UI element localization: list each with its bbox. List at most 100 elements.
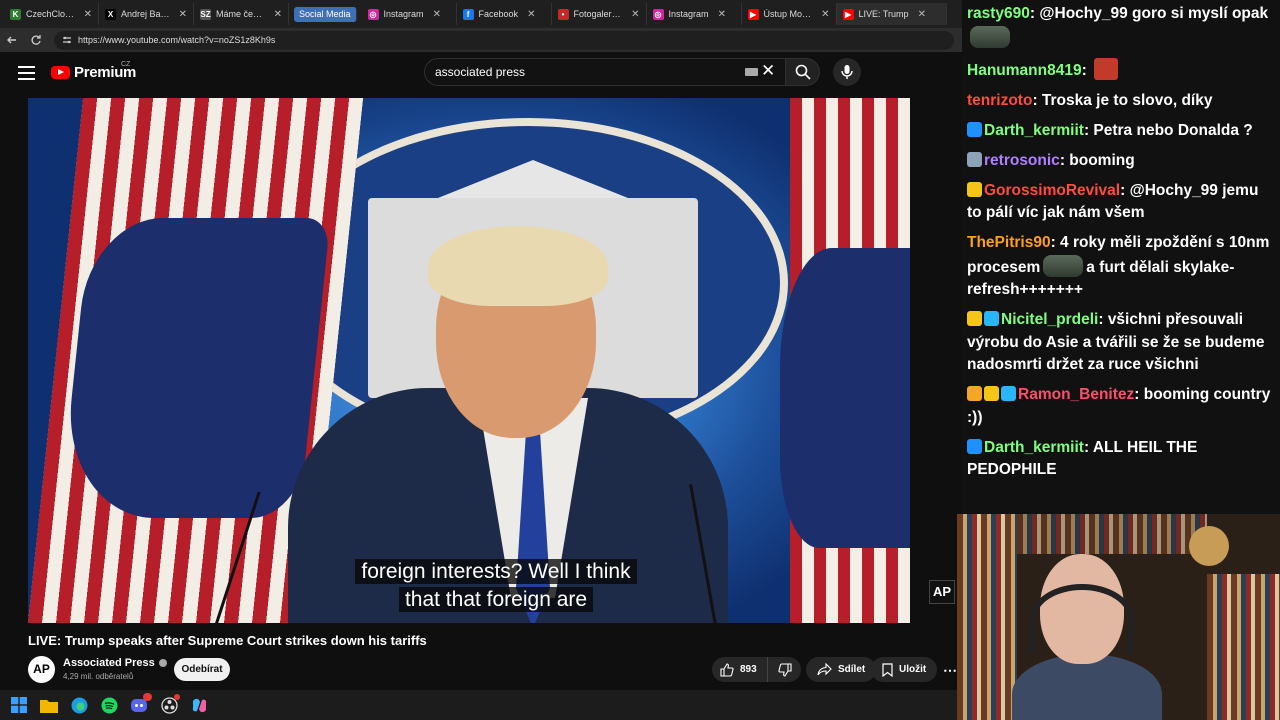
subtitle-line-1: foreign interests? Well I think [355, 559, 637, 584]
tab-title: Máme černé na [216, 9, 265, 19]
chat-username[interactable]: rasty690 [967, 5, 1030, 22]
browser-tab[interactable]: X Andrej Babiš na ✕ [99, 3, 194, 25]
tab-favicon-icon: X [105, 8, 116, 20]
chat-message: ThePitris90: 4 roky měli zpoždění s 10nm… [967, 232, 1276, 302]
voice-search-button[interactable] [833, 58, 861, 86]
chat-username[interactable]: Darth_kermiit [984, 439, 1084, 456]
reload-icon [31, 35, 41, 45]
video-speaker-hair [428, 226, 608, 306]
youtube-header: Premium CZ associated press ✕ [0, 52, 962, 94]
browser-tab[interactable]: ▶ LIVE: Trump ✕ [836, 3, 947, 25]
subscriber-count: 4,29 mil. odběratelů [63, 672, 134, 681]
chat-separator: : [1120, 181, 1130, 199]
share-label: Sdílet [838, 664, 866, 675]
windows-taskbar [0, 690, 962, 720]
tab-close-icon[interactable]: ✕ [179, 9, 187, 20]
like-button[interactable]: 893 [712, 657, 768, 682]
back-arrow-icon [7, 36, 16, 44]
video-flag-right [780, 98, 910, 623]
tab-title: Ústup Motoristů [763, 9, 813, 19]
like-dislike-group: 893 [712, 657, 801, 682]
tab-close-icon[interactable]: ✕ [718, 9, 726, 20]
tab-title: Instagram [383, 9, 424, 19]
channel-name-row[interactable]: Associated Press [63, 657, 167, 669]
chat-text: @Hochy_99 goro si myslí opak [1039, 5, 1269, 22]
bookshelf-left [957, 514, 1017, 720]
search-input[interactable]: associated press [424, 58, 786, 86]
video-subtitles: foreign interests? Well I think that tha… [340, 558, 652, 614]
browser-tab[interactable]: • Fotogalerie: Pre: ✕ [552, 3, 647, 25]
subscribe-button[interactable]: Odebírat [174, 658, 230, 681]
chat-username[interactable]: Ramon_Benitez [1018, 386, 1134, 403]
search-button[interactable] [786, 58, 820, 86]
tab-close-icon[interactable]: ✕ [84, 9, 92, 20]
tab-favicon-icon: ◎ [367, 8, 379, 20]
browser-tab[interactable]: ◎ Instagram ✕ [362, 3, 457, 25]
streamer-figure [1012, 554, 1162, 720]
file-explorer-icon[interactable] [40, 696, 58, 714]
tab-close-icon[interactable]: ✕ [821, 9, 829, 20]
site-info-icon [63, 36, 71, 44]
globe-decoration [1189, 526, 1229, 566]
tab-close-icon[interactable]: ✕ [631, 9, 639, 20]
chat-username[interactable]: tenrizoto [967, 92, 1032, 109]
tab-close-icon[interactable]: ✕ [433, 9, 441, 20]
tab-close-icon[interactable]: ✕ [274, 9, 282, 20]
chat-badge-icon [967, 438, 982, 454]
chat-message: Nicitel_prdeli: všichni přesouvali výrob… [967, 309, 1276, 377]
ap-watermark-logo: AP [929, 580, 955, 604]
share-button[interactable]: Sdílet [806, 657, 877, 682]
streamer-webcam [957, 514, 1280, 720]
chat-username[interactable]: Nicitel_prdeli [1001, 311, 1098, 328]
share-icon [817, 663, 832, 676]
chat-username[interactable]: ThePitris90 [967, 234, 1051, 251]
browser-tab[interactable]: SZ Máme černé na ✕ [194, 3, 289, 25]
chat-badge-icon [967, 181, 982, 197]
bookmark-icon [882, 662, 893, 677]
obs-icon[interactable] [160, 694, 180, 714]
chat-message: rasty690: @Hochy_99 goro si myslí opak [967, 3, 1276, 50]
menu-icon[interactable] [18, 66, 35, 80]
browser-tab[interactable]: f Facebook ✕ [457, 3, 552, 25]
chat-separator: : [1032, 91, 1042, 109]
edge-browser-icon[interactable] [70, 696, 88, 714]
chat-username[interactable]: Hanumann8419 [967, 62, 1082, 79]
headphones-icon [1030, 584, 1134, 654]
browser-tab[interactable]: ▶ Ústup Motoristů ✕ [742, 3, 837, 25]
chat-badge-icon [967, 386, 982, 401]
browser-tab[interactable]: K CzechCloud Stra ✕ [4, 3, 99, 25]
tab-title: CzechCloud Stra [26, 9, 75, 19]
channel-avatar[interactable]: AP [28, 656, 55, 683]
reload-button[interactable] [24, 28, 48, 52]
save-button[interactable]: Uložit [871, 657, 938, 682]
back-button[interactable] [0, 28, 24, 52]
keyboard-icon[interactable] [745, 68, 758, 76]
chat-separator: : [1098, 311, 1108, 328]
browser-tab[interactable]: ◎ Instagram ✕ [647, 3, 742, 25]
clear-search-icon[interactable]: ✕ [761, 60, 775, 82]
copilot-icon[interactable] [190, 696, 208, 714]
chat-username[interactable]: Darth_kermiit [984, 122, 1084, 139]
microphone-icon [841, 65, 853, 79]
url-field[interactable]: https://www.youtube.com/watch?v=noZS1z8K… [54, 30, 954, 50]
video-player[interactable] [28, 98, 910, 623]
spotify-icon[interactable] [100, 696, 118, 714]
chat-separator: : [1134, 386, 1144, 403]
chat-badge-icon [1001, 386, 1016, 401]
chat-message: Hanumann8419: [967, 57, 1276, 83]
discord-icon[interactable] [130, 693, 152, 714]
tab-favicon-icon: f [462, 8, 474, 20]
obs-badge-icon [174, 694, 180, 700]
youtube-play-icon [51, 66, 70, 79]
channel-name[interactable]: Associated Press [63, 657, 155, 669]
tab-close-icon[interactable]: ✕ [527, 9, 535, 20]
windows-start-icon[interactable] [10, 696, 28, 714]
chat-username[interactable]: retrosonic [984, 152, 1060, 169]
tab-title: LIVE: Trump [858, 9, 909, 19]
tab-group-label[interactable]: Social Media [294, 6, 357, 22]
chat-badge-icon [984, 386, 999, 401]
chat-username[interactable]: GorossimoRevival [984, 182, 1120, 199]
dislike-button[interactable] [768, 662, 801, 677]
chat-separator: : [1059, 151, 1070, 169]
tab-close-icon[interactable]: ✕ [918, 9, 926, 20]
